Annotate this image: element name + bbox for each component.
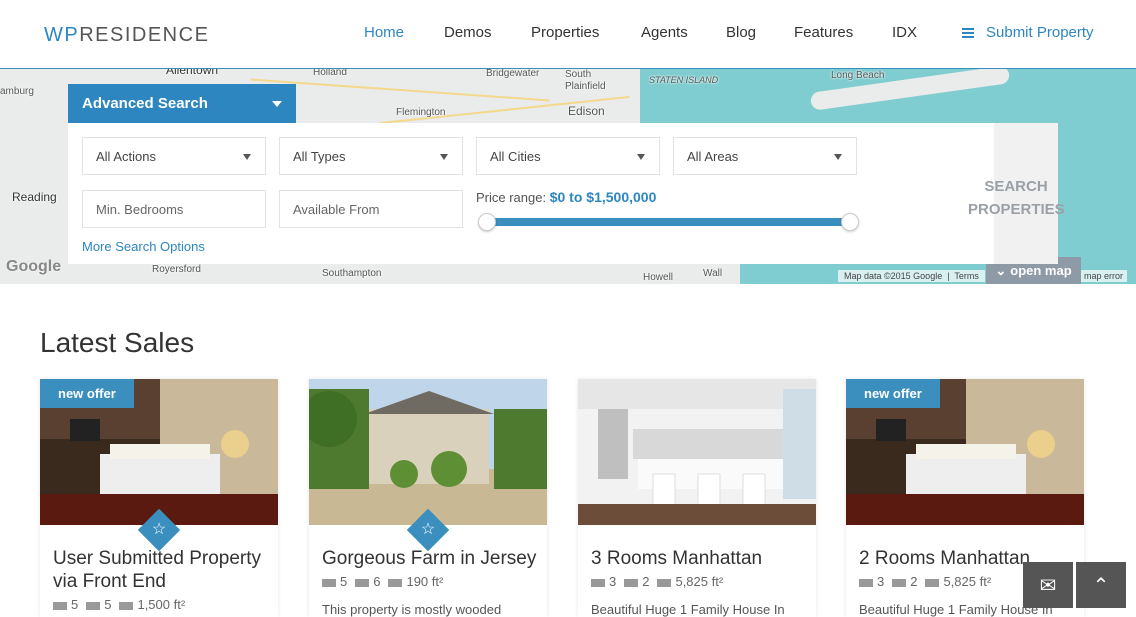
cities-select[interactable]: All Cities bbox=[476, 137, 660, 175]
map-error-link[interactable]: map error bbox=[1080, 270, 1128, 282]
scroll-top-button[interactable]: ⌃ bbox=[1076, 562, 1126, 608]
search-properties-button[interactable]: SEARCH PROPERTIES bbox=[968, 175, 1065, 221]
property-image[interactable] bbox=[309, 379, 547, 525]
areas-select[interactable]: All Areas bbox=[673, 137, 857, 175]
advanced-search-panel: All Actions All Types All Cities All Are… bbox=[68, 123, 1065, 264]
property-card[interactable]: 3 Rooms Manhattan 3 2 5,825 ft² Beautifu… bbox=[578, 379, 816, 617]
section-title: Latest Sales bbox=[40, 327, 195, 358]
site-header: WPRESIDENCE Home Demos Properties Agents… bbox=[0, 0, 1136, 69]
property-card[interactable]: new offer ☆ User Submitted Property via … bbox=[40, 379, 278, 617]
area-icon bbox=[388, 578, 403, 587]
property-card[interactable]: ☆ Gorgeous Farm in Jersey 5 6 190 ft² Th… bbox=[309, 379, 547, 617]
price-range-label: Price range: $0 to $1,500,000 bbox=[476, 189, 657, 205]
map-label: Bridgewater bbox=[486, 69, 540, 79]
price-slider-track[interactable] bbox=[487, 218, 849, 226]
advanced-search-tab[interactable]: Advanced Search bbox=[68, 84, 296, 123]
bath-icon bbox=[355, 578, 370, 587]
property-title[interactable]: User Submitted Property via Front End bbox=[53, 547, 273, 593]
types-select[interactable]: All Types bbox=[279, 137, 463, 175]
map-label: Edison bbox=[568, 104, 605, 118]
map-label: Southampton bbox=[322, 268, 382, 279]
bed-icon bbox=[859, 578, 873, 587]
new-offer-badge: new offer bbox=[846, 379, 940, 408]
favorite-star-icon[interactable]: ☆ bbox=[137, 508, 181, 552]
map-label: Reading bbox=[12, 190, 57, 204]
map-data-attribution: Map data ©2015 Google | Terms bbox=[838, 270, 985, 282]
chevron-down-icon: ⌄ bbox=[995, 262, 1007, 278]
price-range-value: $0 to $1,500,000 bbox=[549, 189, 657, 205]
map-terms-link[interactable]: Terms bbox=[954, 271, 979, 281]
map-label: Royersford bbox=[152, 264, 201, 275]
caret-down-icon bbox=[272, 101, 282, 107]
property-description: This property is mostly wooded bbox=[322, 602, 502, 617]
property-image[interactable] bbox=[578, 379, 816, 525]
map-label: Flemington bbox=[396, 107, 446, 118]
property-meta: 3 2 5,825 ft² bbox=[591, 574, 723, 589]
bed-icon bbox=[591, 578, 605, 587]
area-icon bbox=[657, 578, 672, 587]
price-slider-max-handle[interactable] bbox=[841, 213, 859, 231]
map-label: Long Beach bbox=[831, 70, 885, 81]
more-search-options-link[interactable]: More Search Options bbox=[82, 239, 205, 254]
bath-icon bbox=[86, 601, 101, 610]
property-meta: 3 2 5,825 ft² bbox=[859, 574, 991, 589]
new-offer-badge: new offer bbox=[40, 379, 134, 408]
area-icon bbox=[925, 578, 940, 587]
favorite-star-icon[interactable]: ☆ bbox=[406, 508, 450, 552]
area-icon bbox=[119, 601, 134, 610]
contact-mail-button[interactable]: ✉ bbox=[1023, 562, 1073, 608]
nav-features[interactable]: Features bbox=[794, 24, 853, 41]
dropdown-arrow-icon bbox=[440, 154, 448, 160]
property-description: Beautiful Huge 1 Family House In bbox=[591, 602, 785, 617]
bath-icon bbox=[892, 578, 907, 587]
bed-icon bbox=[322, 578, 336, 587]
min-bedrooms-input[interactable]: Min. Bedrooms bbox=[82, 190, 266, 228]
price-slider-min-handle[interactable] bbox=[478, 213, 496, 231]
envelope-icon: ✉ bbox=[1039, 574, 1057, 597]
chevron-up-icon: ⌃ bbox=[1092, 574, 1110, 597]
nav-blog[interactable]: Blog bbox=[726, 24, 756, 41]
map-label: STATEN ISLAND bbox=[649, 75, 719, 85]
map-label: Wall bbox=[703, 268, 723, 279]
dropdown-arrow-icon bbox=[243, 154, 251, 160]
bath-icon bbox=[624, 578, 639, 587]
property-title[interactable]: Gorgeous Farm in Jersey bbox=[322, 547, 542, 570]
google-logo: Google bbox=[6, 258, 62, 275]
map-label: Allentown bbox=[166, 69, 219, 77]
nav-agents[interactable]: Agents bbox=[641, 24, 688, 41]
map-label: Holland bbox=[313, 69, 347, 78]
property-meta: 5 5 1,500 ft² bbox=[53, 597, 185, 612]
map-label: Howell bbox=[643, 272, 674, 283]
actions-select[interactable]: All Actions bbox=[82, 137, 266, 175]
submit-property-link[interactable]: Submit Property bbox=[962, 24, 1094, 41]
property-title[interactable]: 3 Rooms Manhattan bbox=[591, 547, 811, 570]
nav-properties[interactable]: Properties bbox=[531, 24, 599, 41]
site-logo[interactable]: WPRESIDENCE bbox=[44, 24, 209, 47]
nav-idx[interactable]: IDX bbox=[892, 24, 917, 41]
nav-demos[interactable]: Demos bbox=[444, 24, 492, 41]
property-meta: 5 6 190 ft² bbox=[322, 574, 443, 589]
nav-home[interactable]: Home bbox=[364, 24, 404, 41]
menu-icon bbox=[962, 27, 974, 38]
dropdown-arrow-icon bbox=[637, 154, 645, 160]
map-label: South Plainfield bbox=[565, 69, 606, 92]
map-label: amburg bbox=[0, 86, 34, 97]
bed-icon bbox=[53, 601, 67, 610]
dropdown-arrow-icon bbox=[834, 154, 842, 160]
available-from-input[interactable]: Available From bbox=[279, 190, 463, 228]
